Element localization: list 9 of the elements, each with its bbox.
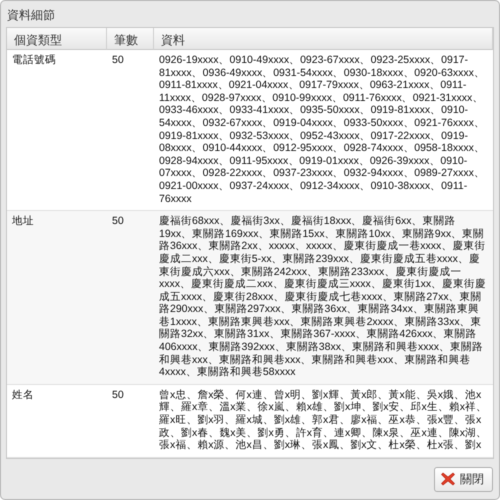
- column-header[interactable]: 資料: [154, 28, 493, 50]
- window-title: 資料細節: [6, 7, 56, 24]
- close-button[interactable]: 關閉: [434, 466, 493, 492]
- table-cell: 地址: [7, 211, 107, 385]
- close-icon: [440, 471, 456, 487]
- table-cell: 50: [107, 211, 154, 385]
- column-header[interactable]: 個資類型: [7, 28, 107, 50]
- column-header[interactable]: 筆數: [107, 28, 154, 50]
- table-cell: 慶福街68xxx、慶福街3xx、慶福街18xxx、慶福街6xx、東關路19xx、東關路169xxx、東關路15xx、東關路10xx、東關路9xx、東關路36xxx、東關路2xx、xxxxx、xxxxx、慶東街慶成一巷xxxx、慶東街慶成二xxx、慶東街5-xx、東關路239xxx、慶東街慶成五巷xxxx、慶東街慶成六xxx、東關路242xxx、東關路233xxx、慶東街慶成一xxxx、慶東街慶成二xxx、慶東街慶成三xxxx、慶東街1xx、慶東街慶成五xxxx、慶東街28xxx、慶東街慶成七巷xxxx、東關路27xx、東關路290xxx、東關路297xxx、東關路36xx、東關路34xx、東關路東興巷1xxxx、東關路東興巷xxx、東關路東興巷2xxxx、東關路33xx、東關路32xx、東關路31xx、東關路367-xxxx、東關路426xxx、東關路406xxxx、東關路392xxx、東關路38xx、東關路和興巷xxxx、東關路和興巷xxx、東關路和興巷xxx、東關路和興巷xxx、東關路和興巷4xxxx、東關路和興巷58xxxx: [154, 211, 493, 385]
